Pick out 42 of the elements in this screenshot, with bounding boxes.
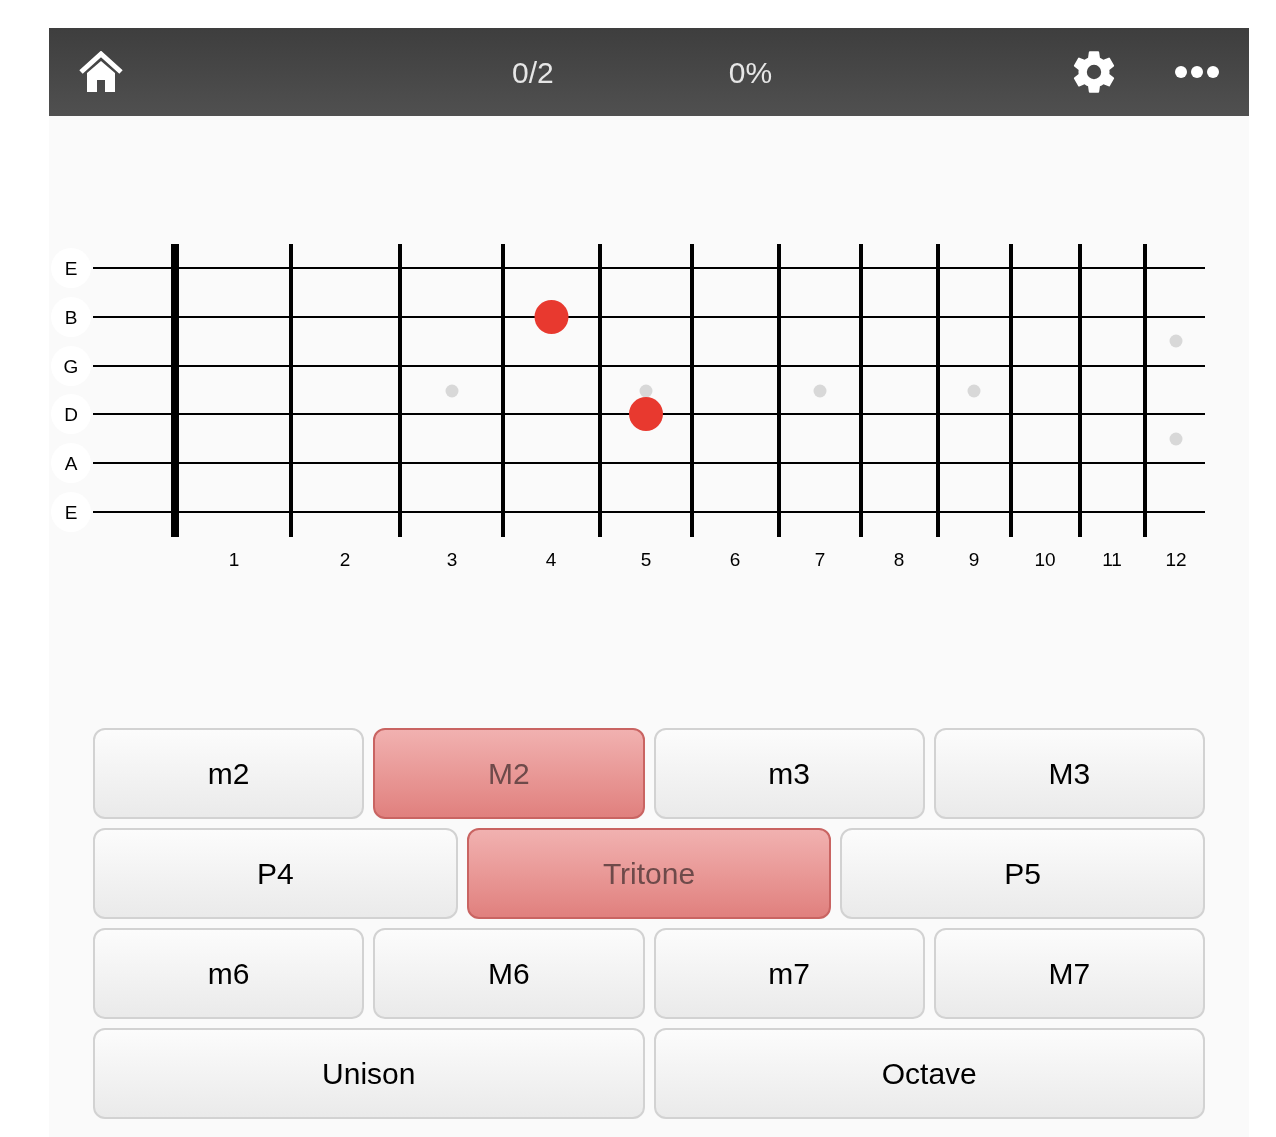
string-label: D	[51, 394, 91, 434]
fret-number: 6	[729, 549, 741, 570]
string-label: G	[51, 346, 91, 386]
interval-button[interactable]: P4	[93, 828, 458, 919]
score-text: 0/2	[512, 54, 554, 91]
fret-number: 12	[1165, 549, 1187, 570]
fret-number: 10	[1034, 549, 1056, 570]
inlay-dot	[445, 384, 459, 398]
inlay-dot	[813, 384, 827, 398]
fret-number: 2	[339, 549, 351, 570]
inlay-dot	[1169, 432, 1183, 446]
interval-button[interactable]: m6	[93, 928, 365, 1019]
inlay-dot	[967, 384, 981, 398]
interval-button[interactable]: Unison	[93, 1028, 645, 1119]
fret-number: 11	[1102, 549, 1122, 570]
fret-number: 9	[968, 549, 980, 570]
interval-button[interactable]: m3	[653, 728, 925, 819]
inlay-dot	[1169, 334, 1183, 348]
interval-button[interactable]: P5	[840, 828, 1205, 919]
note-marker[interactable]	[534, 300, 569, 334]
fret-number: 7	[814, 549, 826, 570]
inlay-dot	[639, 384, 653, 398]
interval-button[interactable]: m2	[93, 728, 365, 819]
percent-text: 0%	[728, 54, 773, 91]
settings-icon[interactable]	[1071, 49, 1117, 95]
fret-number: 3	[446, 549, 458, 570]
fret-number: 4	[545, 549, 557, 570]
home-icon[interactable]	[79, 51, 123, 93]
fret-number: 8	[893, 549, 905, 570]
string-label: E	[51, 492, 91, 532]
interval-button[interactable]: M3	[933, 728, 1205, 819]
interval-button[interactable]: M7	[933, 928, 1205, 1019]
interval-button[interactable]: m7	[653, 928, 925, 1019]
fret-number: 1	[228, 549, 240, 570]
note-marker[interactable]	[629, 397, 663, 431]
more-icon[interactable]	[1175, 66, 1219, 78]
interval-button[interactable]: Octave	[653, 1028, 1205, 1119]
string-label: A	[51, 443, 91, 483]
interval-button[interactable]: M6	[373, 928, 645, 1019]
string-label: B	[51, 297, 91, 337]
fret-number: 5	[640, 549, 652, 570]
string-label: E	[51, 248, 91, 288]
